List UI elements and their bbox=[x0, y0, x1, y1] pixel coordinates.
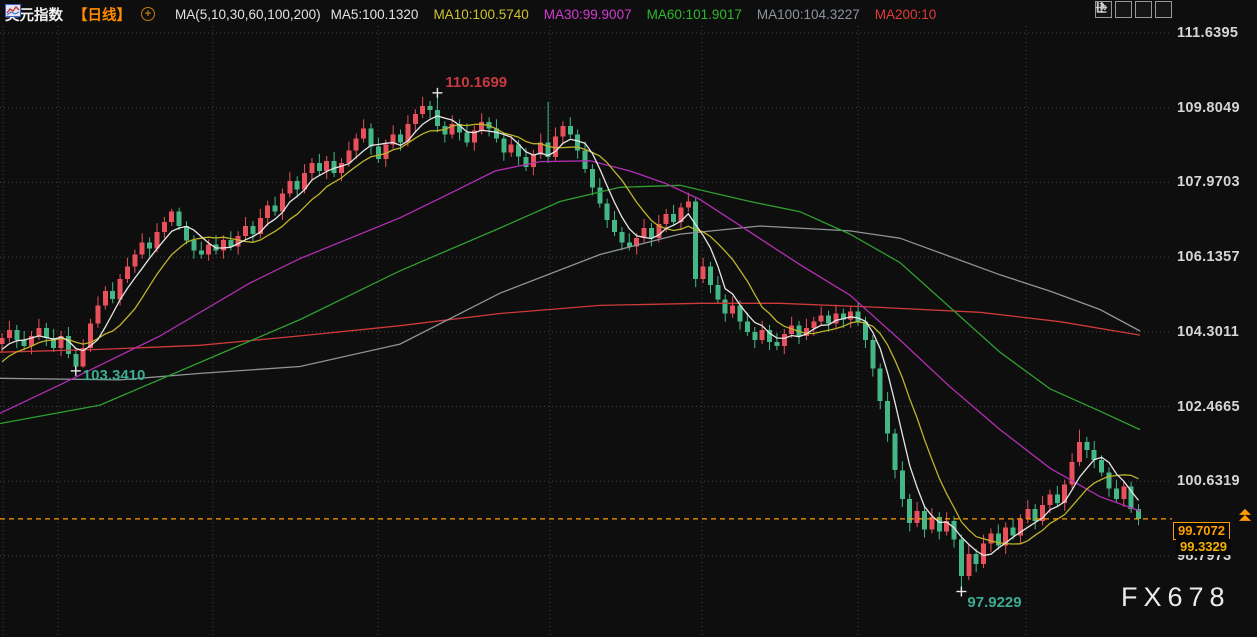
candlestick-chart[interactable] bbox=[0, 0, 1257, 637]
prev-price-tag: 99.3329 bbox=[1176, 538, 1231, 555]
ma-settings-label[interactable]: MA(5,10,30,60,100,200) bbox=[175, 7, 321, 22]
ma-value: MA60:101.9017 bbox=[646, 6, 742, 22]
price-axis-label: 104.3011 bbox=[1177, 323, 1240, 340]
axis-play-icon[interactable] bbox=[1096, 1, 1152, 18]
axis-candle-icon[interactable] bbox=[1096, 1, 1132, 18]
last-price-tag: 99.7072 bbox=[1173, 521, 1230, 540]
low-price-annotation: 97.9229 bbox=[967, 593, 1022, 611]
ma-value: MA5:100.1320 bbox=[330, 6, 419, 22]
timeframe-label[interactable]: 【日线】 bbox=[73, 4, 131, 25]
ma100-line bbox=[0, 225, 1141, 381]
chart-toolbar bbox=[1095, 1, 1172, 18]
ma-value: MA100:104.3227 bbox=[756, 6, 860, 22]
ma-value: MA30:99.9007 bbox=[543, 6, 632, 22]
price-line-marker-icon bbox=[1239, 508, 1251, 521]
ma-value: MA10:100.5740 bbox=[433, 6, 529, 22]
price-axis-label: 106.1357 bbox=[1177, 249, 1240, 266]
chart-window: FX678 美元指数 【日线】 + MA(5,10,30,60,100,200)… bbox=[0, 0, 1257, 637]
high-price-annotation: 110.1699 bbox=[445, 73, 508, 91]
price-axis-label: 100.6319 bbox=[1177, 473, 1240, 490]
chart-header: 美元指数 【日线】 + MA(5,10,30,60,100,200) MA5:1… bbox=[5, 4, 1257, 24]
ma-values-list: MA5:100.1320 MA10:100.5740 MA30:99.9007 MA6… bbox=[331, 7, 937, 22]
swing-low-annotation: 103.3410 bbox=[82, 366, 146, 384]
add-indicator-icon[interactable]: + bbox=[141, 7, 155, 21]
price-axis-label: 109.8049 bbox=[1177, 99, 1240, 116]
price-axis-label: 107.9703 bbox=[1177, 174, 1240, 191]
axis-arrow-icon[interactable] bbox=[1097, 1, 1172, 18]
ma200-line bbox=[0, 302, 1141, 353]
price-axis-label: 102.4665 bbox=[1177, 398, 1240, 415]
ma-value: MA200:10 bbox=[874, 6, 937, 22]
price-axis-label: 111.6395 bbox=[1177, 25, 1239, 41]
